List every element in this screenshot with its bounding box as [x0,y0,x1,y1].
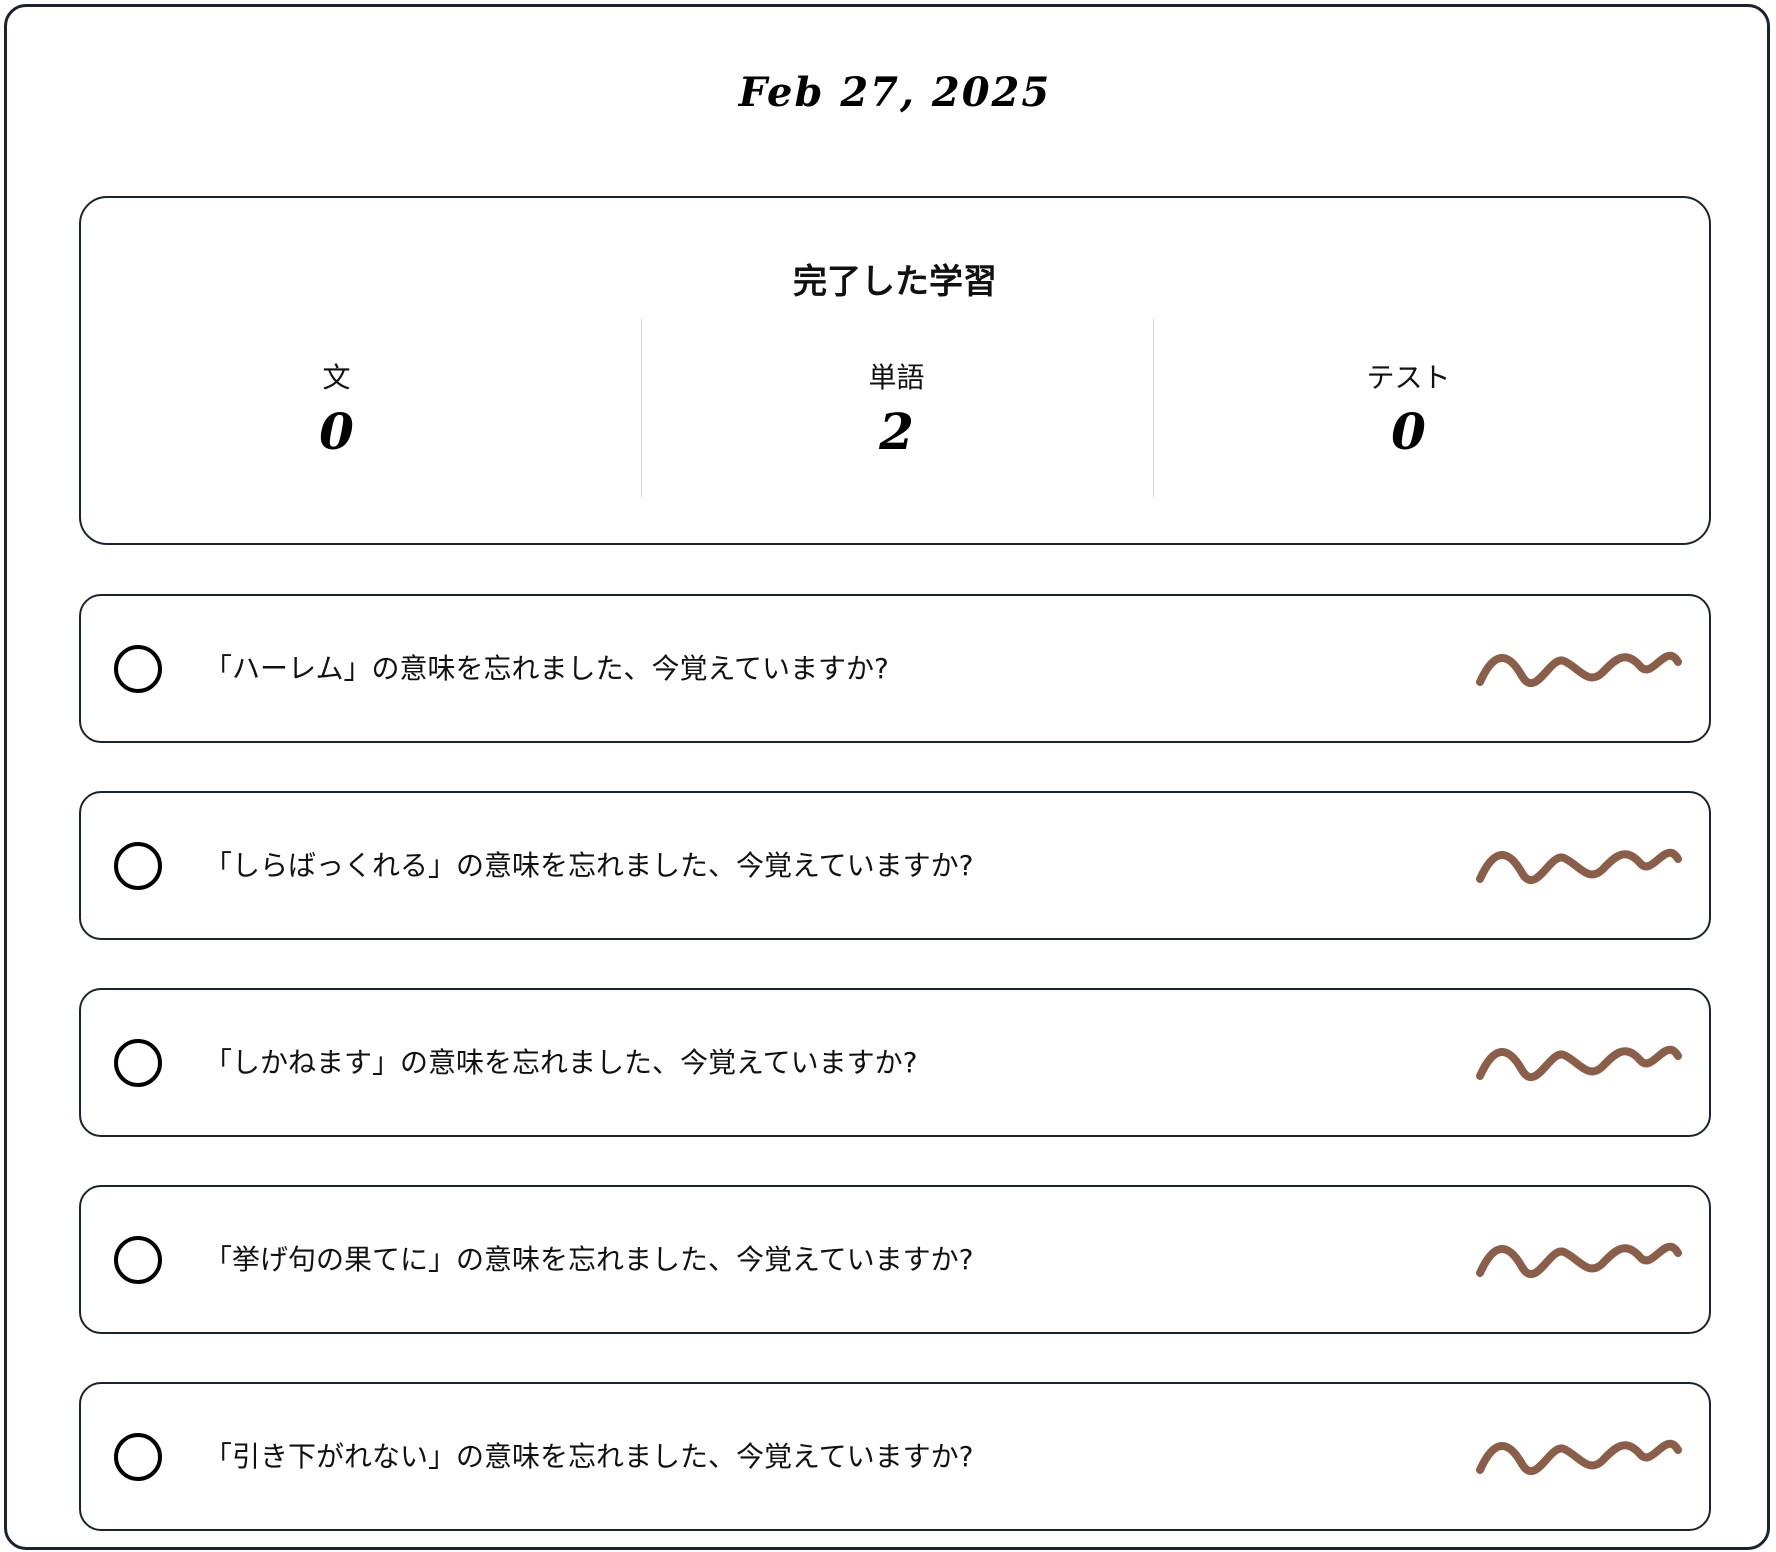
page-date: Feb 27, 2025 [738,69,1052,116]
review-task-item[interactable]: 「引き下がれない」の意味を忘れました、今覚えていますか? [79,1382,1711,1531]
stat-value: 0 [319,402,354,461]
task-checkbox[interactable] [114,1433,162,1481]
review-task-item[interactable]: 「しかねます」の意味を忘れました、今覚えていますか? [79,988,1711,1137]
task-checkbox[interactable] [114,1236,162,1284]
review-task-item[interactable]: 「しらばっくれる」の意味を忘れました、今覚えていますか? [79,791,1711,940]
task-checkbox[interactable] [114,1039,162,1087]
stat-words: 単語 2 [641,318,1152,498]
stat-tests: テスト 0 [1153,318,1664,498]
task-checkbox[interactable] [114,842,162,890]
stat-value: 0 [1391,402,1426,461]
review-task-item[interactable]: 「挙げ句の果てに」の意味を忘れました、今覚えていますか? [79,1185,1711,1334]
stat-label: 文 [322,361,351,394]
stats-row: 文 0 単語 2 テスト 0 [81,318,1709,498]
review-task-list: 「ハーレム」の意味を忘れました、今覚えていますか? 「しらばっくれる」の意味を忘… [79,594,1711,1531]
squiggle-icon [1476,1439,1682,1475]
summary-title: 完了した学習 [793,262,997,302]
stat-label: 単語 [868,361,925,394]
stat-sentences: 文 0 [81,318,592,498]
stat-label: テスト [1366,361,1451,394]
review-task-item[interactable]: 「ハーレム」の意味を忘れました、今覚えていますか? [79,594,1711,743]
squiggle-icon [1476,848,1682,884]
completed-learning-card: 完了した学習 文 0 単語 2 テスト 0 [79,196,1711,545]
task-text: 「引き下がれない」の意味を忘れました、今覚えていますか? [204,1440,974,1473]
task-text: 「しかねます」の意味を忘れました、今覚えていますか? [204,1046,918,1079]
squiggle-icon [1476,651,1682,687]
stat-value: 2 [879,402,914,461]
squiggle-icon [1476,1242,1682,1278]
task-text: 「挙げ句の果てに」の意味を忘れました、今覚えていますか? [204,1243,974,1276]
squiggle-icon [1476,1045,1682,1081]
task-text: 「しらばっくれる」の意味を忘れました、今覚えていますか? [204,849,974,882]
app-frame: Feb 27, 2025 完了した学習 文 0 単語 2 テスト 0 「ハーレム… [4,4,1770,1550]
task-checkbox[interactable] [114,645,162,693]
task-text: 「ハーレム」の意味を忘れました、今覚えていますか? [204,652,889,685]
